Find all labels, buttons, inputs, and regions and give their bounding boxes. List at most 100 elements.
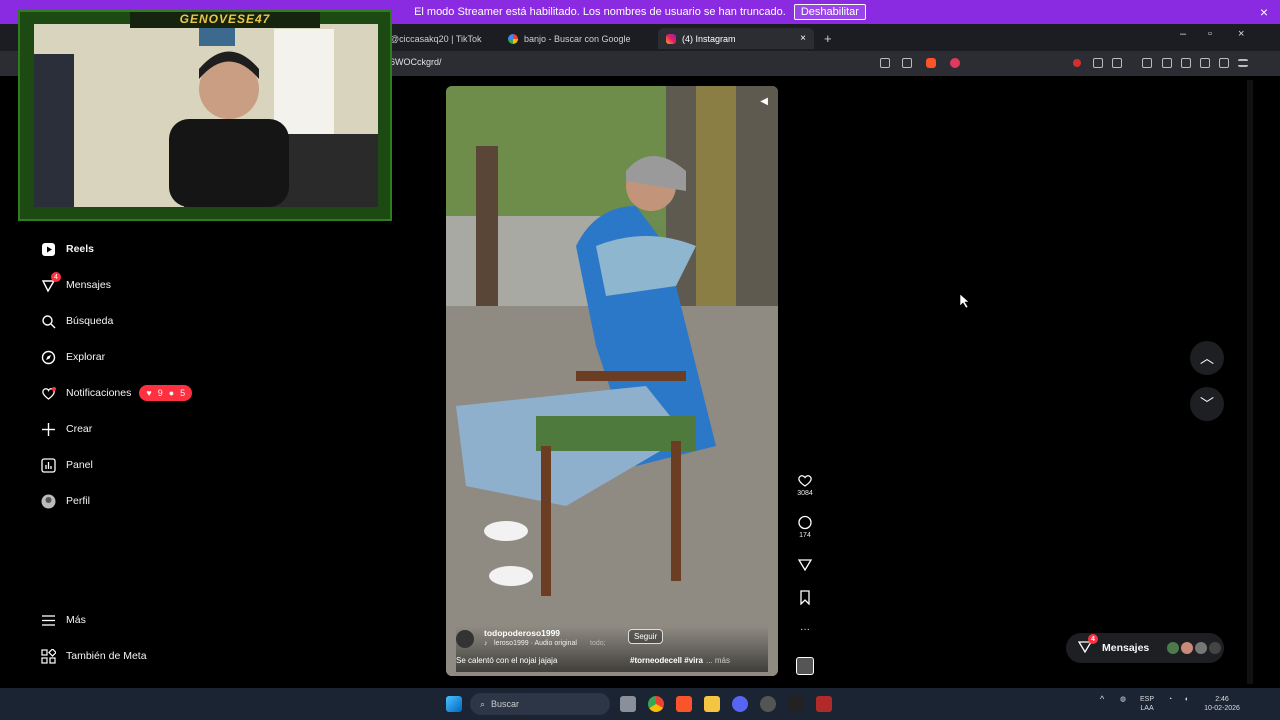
share-action[interactable] [790, 557, 820, 574]
sidebar-item-profile[interactable]: Perfil [40, 493, 90, 509]
network-icon[interactable]: ◍ [1120, 695, 1126, 704]
previous-reel-button[interactable]: ︿ [1190, 341, 1224, 375]
menu-icon[interactable] [1238, 59, 1248, 67]
music-icon[interactable] [1142, 58, 1152, 68]
streamer-mode-text: El modo Streamer está habilitado. Los no… [414, 6, 786, 18]
sidebar-item-label: Explorar [66, 351, 106, 363]
leo-icon[interactable] [1200, 58, 1210, 68]
webcam-title: GENOVESE47 [130, 12, 320, 28]
sidebar-item-label: Notificaciones [66, 387, 132, 399]
tray-overflow-icon[interactable]: ^ [1100, 695, 1104, 704]
sidebar-item-label: Crear [66, 423, 93, 435]
extension-icon[interactable] [1093, 58, 1103, 68]
sidebar-item-also-meta[interactable]: También de Meta [40, 648, 147, 664]
sidebar-item-panel[interactable]: Panel [40, 457, 93, 473]
rewards-icon[interactable] [950, 58, 960, 68]
comments-count: 174 [799, 532, 811, 539]
author-username[interactable]: todopoderoso1999 [484, 628, 560, 638]
page-scrollbar[interactable] [1247, 80, 1253, 684]
brave-icon[interactable] [676, 696, 692, 712]
comment-icon[interactable] [797, 515, 813, 530]
avatar-icon [40, 493, 56, 509]
reel-video[interactable]: ◀ todopoderoso1999 Seguir ♪ leroso1999 ·… [446, 86, 778, 676]
messenger-icon: 4 [40, 272, 61, 293]
shield-app-icon[interactable] [816, 696, 832, 712]
obs-icon[interactable] [760, 696, 776, 712]
file-explorer-icon[interactable] [704, 696, 720, 712]
reels-icon [40, 241, 56, 257]
close-tab-icon[interactable]: × [800, 33, 806, 44]
sidebar-item-messages[interactable]: 4 Mensajes [40, 272, 111, 293]
sidebar-item-notifications[interactable]: Notificaciones ♥ 9 ● 5 [40, 385, 193, 401]
volume-icon[interactable]: ◖ [1184, 695, 1188, 704]
clock[interactable]: 2:46 10-02-2026 [1200, 695, 1244, 713]
heart-icon[interactable] [797, 473, 813, 488]
language-indicator[interactable]: ESP LAA [1140, 695, 1154, 713]
sidebar-icon[interactable] [1162, 58, 1172, 68]
music-note-icon: ♪ [484, 640, 488, 647]
new-tab-button[interactable]: + [816, 28, 836, 49]
taskbar-search[interactable]: ⌕ Buscar [470, 693, 610, 715]
tabs-icon[interactable] [1112, 58, 1122, 68]
follower-icon: ● [168, 388, 175, 398]
minimize-button[interactable]: – [1180, 28, 1186, 40]
sidebar-item-label: Perfil [66, 495, 90, 507]
cast-icon[interactable] [880, 58, 890, 68]
task-view-icon[interactable] [620, 696, 636, 712]
windows-start-icon[interactable] [446, 696, 462, 712]
save-action[interactable] [790, 590, 820, 607]
close-window-button[interactable]: × [1238, 28, 1244, 40]
chevron-up-icon: ︿ [1200, 350, 1214, 366]
more-link[interactable]: ... más [706, 656, 730, 665]
author-avatar[interactable] [456, 630, 474, 648]
instagram-icon [666, 33, 676, 44]
like-action[interactable]: 3084 [790, 473, 820, 497]
windows-taskbar [0, 688, 1280, 720]
menu-icon [40, 612, 56, 628]
tab-instagram[interactable]: (4) Instagram × [658, 28, 814, 49]
reel-caption-area: todopoderoso1999 Seguir ♪ leroso1999 · A… [456, 626, 768, 672]
sidebar-item-label: Más [66, 614, 86, 626]
messages-pill[interactable]: 4 Mensajes [1066, 633, 1224, 663]
sidebar-item-create[interactable]: Crear [40, 421, 92, 437]
vpn-icon[interactable] [1219, 58, 1229, 68]
record-icon[interactable] [1073, 59, 1081, 67]
wallet-icon[interactable] [1181, 58, 1191, 68]
sidebar-item-explore[interactable]: Explorar [40, 349, 105, 365]
maximize-button[interactable]: ▫ [1208, 28, 1212, 40]
follow-button[interactable]: Seguir [628, 629, 664, 644]
sidebar-item-more[interactable]: Más [40, 612, 86, 628]
webcam-feed [34, 24, 378, 207]
app-icon[interactable] [788, 696, 804, 712]
volume-icon[interactable]: ◀ [760, 96, 768, 107]
audio-label[interactable]: leroso1999 · Audio original [494, 640, 577, 647]
notification-counts: ♥ 9 ● 5 [139, 385, 193, 401]
tab-label: @ciccasakq20 | TikTok [390, 33, 482, 44]
discord-icon[interactable] [732, 696, 748, 712]
disable-streamer-mode-button[interactable]: Deshabilitar [793, 4, 866, 20]
audio-thumbnail[interactable] [790, 657, 820, 677]
taskbar-search-label: Buscar [491, 699, 520, 709]
sidebar-item-reels[interactable]: Reels [40, 241, 94, 257]
url-text[interactable]: 6WOCckgrd/ [390, 57, 442, 67]
likes-count: 3084 [797, 490, 813, 497]
messages-pill-badge: 4 [1088, 634, 1098, 644]
comment-action[interactable]: 174 [790, 515, 820, 539]
bookmark-icon[interactable] [797, 590, 813, 606]
close-banner-icon[interactable]: × [1260, 4, 1268, 20]
next-reel-button[interactable]: ﹀ [1190, 387, 1224, 421]
send-icon[interactable] [797, 557, 813, 572]
search-icon: ⌕ [480, 698, 486, 709]
tab-label: (4) Instagram [682, 33, 736, 44]
more-options-icon[interactable]: ··· [790, 624, 820, 635]
wifi-icon[interactable]: ◔ [1168, 695, 1172, 704]
tab-tiktok[interactable]: @ciccasakq20 | TikTok [382, 28, 500, 49]
tab-google[interactable]: banjo - Buscar con Google [500, 28, 650, 49]
likes-heart-icon: ♥ [146, 388, 152, 398]
brave-shield-icon[interactable] [926, 58, 936, 68]
share-icon[interactable] [902, 58, 912, 68]
chrome-icon[interactable] [648, 696, 664, 712]
recent-contacts-avatars [1167, 642, 1222, 654]
reel-hashtags[interactable]: #torneodecell #vira [630, 656, 703, 665]
sidebar-item-search[interactable]: Búsqueda [40, 313, 113, 329]
